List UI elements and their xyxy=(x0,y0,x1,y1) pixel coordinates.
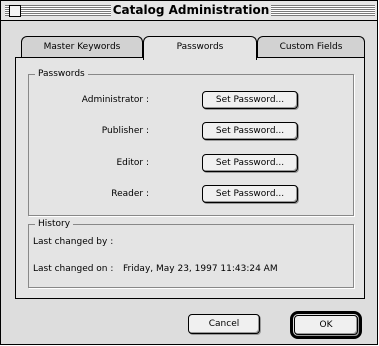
last-changed-on-label: Last changed on : xyxy=(33,264,114,274)
cancel-button[interactable]: Cancel xyxy=(188,314,260,334)
last-changed-on-value: Friday, May 23, 1997 11:43:24 AM xyxy=(123,264,278,274)
dialog-window: Catalog Administration Master Keywords P… xyxy=(0,0,378,345)
publisher-label: Publisher : xyxy=(101,126,149,136)
last-changed-by-label: Last changed by : xyxy=(33,237,114,247)
history-group: History Last changed by : Last changed o… xyxy=(28,218,354,288)
tab-custom-fields[interactable]: Custom Fields xyxy=(257,36,365,58)
tab-master-keywords[interactable]: Master Keywords xyxy=(21,36,143,58)
administrator-label: Administrator : xyxy=(81,95,149,105)
close-box-icon[interactable] xyxy=(9,5,21,17)
title-bar[interactable]: Catalog Administration xyxy=(1,1,377,21)
history-group-title: History xyxy=(35,218,74,230)
tab-panel-passwords: Passwords Administrator : Set Password..… xyxy=(15,57,365,299)
editor-label: Editor : xyxy=(116,158,149,168)
ok-button[interactable]: OK xyxy=(294,315,358,335)
window-title: Catalog Administration xyxy=(111,3,271,18)
passwords-group: Passwords Administrator : Set Password..… xyxy=(28,68,354,216)
tab-passwords[interactable]: Passwords xyxy=(143,36,257,60)
set-password-publisher-button[interactable]: Set Password... xyxy=(202,122,298,140)
set-password-reader-button[interactable]: Set Password... xyxy=(202,185,298,203)
set-password-editor-button[interactable]: Set Password... xyxy=(202,154,298,172)
reader-label: Reader : xyxy=(111,189,149,199)
passwords-group-title: Passwords xyxy=(35,68,88,80)
set-password-administrator-button[interactable]: Set Password... xyxy=(202,91,298,109)
